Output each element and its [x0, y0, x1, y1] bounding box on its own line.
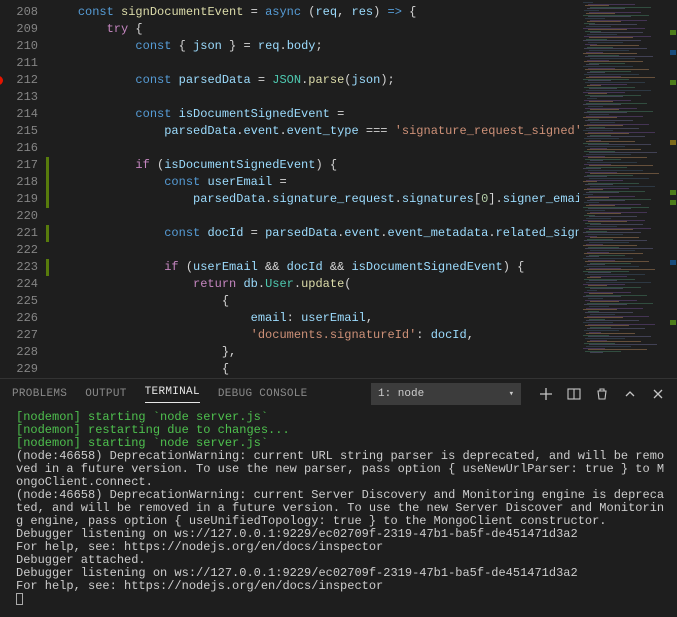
line-number[interactable]: 222	[0, 242, 46, 259]
code-line[interactable]: {	[49, 361, 579, 378]
code-line[interactable]: parsedData.event.event_type === 'signatu…	[49, 123, 579, 140]
code-line[interactable]: const docId = parsedData.event.event_met…	[49, 225, 579, 242]
overview-ruler[interactable]	[665, 0, 677, 378]
terminal-line: (node:46658) DeprecationWarning: current…	[16, 489, 665, 528]
line-number[interactable]: 221	[0, 225, 46, 242]
code-line[interactable]: {	[49, 293, 579, 310]
panel-actions	[539, 387, 665, 401]
terminal-task-label: 1: node	[378, 388, 424, 400]
close-panel-icon[interactable]	[651, 387, 665, 401]
line-number[interactable]: 217	[0, 157, 46, 174]
code-line[interactable]: const { json } = req.body;	[49, 38, 579, 55]
code-line[interactable]: const userEmail =	[49, 174, 579, 191]
line-number[interactable]: 226	[0, 310, 46, 327]
chevron-down-icon: ▾	[509, 389, 514, 399]
line-number[interactable]: 218	[0, 174, 46, 191]
line-number[interactable]: 223	[0, 259, 46, 276]
line-number[interactable]: 220	[0, 208, 46, 225]
line-number[interactable]: 211	[0, 55, 46, 72]
tab-problems[interactable]: PROBLEMS	[12, 388, 67, 400]
line-gutter[interactable]: 2082092102112122132142152162172182192202…	[0, 0, 46, 378]
code-line[interactable]: return db.User.update(	[49, 276, 579, 293]
line-number[interactable]: 213	[0, 89, 46, 106]
editor-area[interactable]: 2082092102112122132142152162172182192202…	[0, 0, 677, 378]
code-line[interactable]: if (userEmail && docId && isDocumentSign…	[49, 259, 579, 276]
code-line[interactable]	[49, 208, 579, 225]
tab-debug-console[interactable]: DEBUG CONSOLE	[218, 388, 308, 400]
terminal-line: For help, see: https://nodejs.org/en/doc…	[16, 580, 665, 593]
code-line[interactable]: if (isDocumentSignedEvent) {	[49, 157, 579, 174]
line-number[interactable]: 215	[0, 123, 46, 140]
line-number[interactable]: 228	[0, 344, 46, 361]
code-line[interactable]: const isDocumentSignedEvent =	[49, 106, 579, 123]
code-line[interactable]: },	[49, 344, 579, 361]
code-line[interactable]	[49, 55, 579, 72]
tab-output[interactable]: OUTPUT	[85, 388, 126, 400]
line-number[interactable]: 224	[0, 276, 46, 293]
code-line[interactable]: const signDocumentEvent = async (req, re…	[49, 4, 579, 21]
code-line[interactable]: email: userEmail,	[49, 310, 579, 327]
terminal-output[interactable]: [nodemon] starting `node server.js`[node…	[0, 409, 677, 617]
code-line[interactable]	[49, 140, 579, 157]
line-number[interactable]: 225	[0, 293, 46, 310]
breakpoint-icon[interactable]	[0, 76, 3, 85]
tab-terminal[interactable]: TERMINAL	[145, 386, 200, 403]
line-number[interactable]: 209	[0, 21, 46, 38]
line-number[interactable]: 219	[0, 191, 46, 208]
bottom-panel: PROBLEMS OUTPUT TERMINAL DEBUG CONSOLE 1…	[0, 378, 677, 617]
terminal-cursor	[16, 593, 23, 605]
line-number[interactable]: 227	[0, 327, 46, 344]
maximize-panel-icon[interactable]	[623, 387, 637, 401]
terminal-line: (node:46658) DeprecationWarning: current…	[16, 450, 665, 489]
code-line[interactable]	[49, 89, 579, 106]
code-view[interactable]: const signDocumentEvent = async (req, re…	[49, 0, 579, 378]
terminal-task-select[interactable]: 1: node ▾	[371, 383, 521, 405]
kill-terminal-icon[interactable]	[595, 387, 609, 401]
code-line[interactable]: try {	[49, 21, 579, 38]
code-line[interactable]: parsedData.signature_request.signatures[…	[49, 191, 579, 208]
line-number[interactable]: 210	[0, 38, 46, 55]
split-terminal-icon[interactable]	[567, 387, 581, 401]
line-number[interactable]: 216	[0, 140, 46, 157]
line-number[interactable]: 208	[0, 4, 46, 21]
new-terminal-icon[interactable]	[539, 387, 553, 401]
line-number[interactable]: 214	[0, 106, 46, 123]
minimap[interactable]	[579, 0, 665, 378]
code-line[interactable]	[49, 242, 579, 259]
code-line[interactable]: const parsedData = JSON.parse(json);	[49, 72, 579, 89]
line-number[interactable]: 229	[0, 361, 46, 378]
code-line[interactable]: 'documents.signatureId': docId,	[49, 327, 579, 344]
panel-tabbar: PROBLEMS OUTPUT TERMINAL DEBUG CONSOLE 1…	[0, 379, 677, 409]
line-number[interactable]: 212	[0, 72, 46, 89]
